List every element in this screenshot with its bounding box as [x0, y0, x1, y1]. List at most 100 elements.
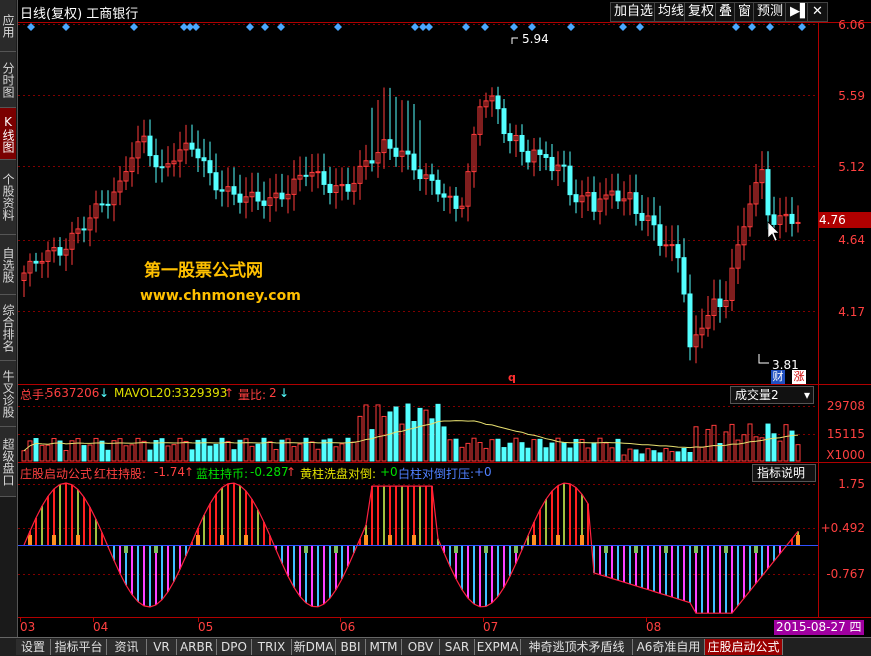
volume-bar [453, 438, 459, 462]
volume-bar [315, 448, 321, 462]
price-tick: 5.59 [838, 89, 865, 103]
volume-selector-dropdown[interactable]: 成交量2 ▾ [730, 386, 814, 404]
volume-bar [213, 443, 219, 462]
volume-bar [159, 438, 165, 462]
indicator-orange-bar [244, 535, 248, 545]
bottom-tab-8[interactable]: BBI [336, 639, 366, 655]
volume-bar [63, 450, 69, 462]
volume-bar [417, 407, 423, 462]
volume-bar [675, 451, 681, 462]
indicator-green-bar [124, 545, 128, 553]
indicator-orange-bar [220, 535, 224, 545]
bottom-tab-7[interactable]: 新DMA [292, 639, 336, 655]
sidebar-tab-7[interactable]: 超级盘口 [0, 427, 16, 497]
candle-body [207, 160, 213, 174]
sidebar-tab-6[interactable]: 牛叉诊股 [0, 361, 16, 427]
volume-bar [405, 403, 411, 462]
volume-bar [303, 437, 309, 462]
sidebar-tab-3[interactable]: 个股资料 [0, 160, 16, 235]
volume-bar [597, 437, 603, 462]
volume-bar [147, 449, 153, 462]
blue-bar-value: -0.287 [250, 465, 289, 479]
sidebar-tab-1[interactable]: 分时图 [0, 52, 16, 108]
indicator-orange-bar [196, 535, 200, 545]
volume-bar [543, 447, 549, 462]
limit-up-badge[interactable]: 涨 [792, 370, 806, 384]
indicator-orange-bar [796, 535, 800, 545]
indicator-tab-bar: 设置 指标平台 资讯 VR ARBR DPO TRIX 新DMA BBI MTM OBV SAR EXP… [0, 637, 871, 656]
indicator-orange-bar [388, 535, 392, 545]
bottom-tab-13[interactable]: 神奇逃顶术矛盾线 [521, 639, 633, 655]
volume-bar [681, 447, 687, 462]
bottom-tab-1[interactable]: 指标平台 [51, 639, 107, 655]
candle-body [633, 192, 639, 214]
volume-bar [603, 442, 609, 462]
volume-bar [231, 449, 237, 462]
volume-bar [507, 442, 513, 462]
sidebar-tab-2[interactable]: K线图 [0, 108, 16, 160]
candle-body [567, 165, 573, 196]
candle-body [435, 179, 441, 195]
volume-bar [135, 437, 141, 462]
volume-bar [435, 403, 441, 462]
volume-bar [267, 441, 273, 462]
candle-body [795, 221, 801, 224]
volume-bar [645, 448, 651, 462]
signal-diamond-icon [619, 23, 627, 31]
bottom-tab-6[interactable]: TRIX [252, 639, 292, 655]
kline-chart-area[interactable]: 5.94 3.81 q 第一股票公式网 www.chnmoney.com [18, 0, 871, 637]
volume-bar [93, 437, 99, 462]
bottom-tab-15[interactable]: 庄股启动公式 [705, 639, 783, 655]
volume-bar [105, 449, 111, 462]
volume-bar [75, 438, 81, 462]
down-arrow-icon: ↓ [279, 386, 290, 400]
volume-bar [777, 440, 783, 462]
signal-diamond-icon [425, 23, 433, 31]
volume-bar [657, 452, 663, 462]
indicator-help-button[interactable]: 指标说明 [752, 464, 816, 482]
candle-body [507, 133, 513, 142]
bottom-tab-3[interactable]: VR [147, 639, 177, 655]
indicator-green-bar [484, 545, 488, 553]
bottom-tab-11[interactable]: SAR [440, 639, 475, 655]
volume-bar [495, 438, 501, 462]
candle-body [195, 148, 201, 159]
indicator-green-bar [724, 545, 728, 553]
red-bar-label: 红柱持股: [94, 467, 147, 481]
bottom-tab-0[interactable]: 设置 [16, 639, 51, 655]
candle-body [441, 193, 447, 198]
price-tick: 4.64 [838, 233, 865, 247]
volume-bar [429, 418, 435, 462]
sidebar-tab-5[interactable]: 综合排名 [0, 295, 16, 361]
candle-body [279, 192, 285, 200]
volume-bar [261, 437, 267, 462]
bottom-tab-2[interactable]: 资讯 [107, 639, 147, 655]
volume-bar [531, 439, 537, 462]
yellow-bar-value: +0 [380, 465, 398, 479]
total-volume-value: 5637206 [46, 386, 100, 400]
volume-bar [141, 440, 147, 462]
bottom-tab-12[interactable]: EXPMA [475, 639, 521, 655]
volume-bar [51, 437, 57, 462]
bottom-tab-14[interactable]: A6奇准自用 [633, 639, 705, 655]
finance-badge[interactable]: 财 [771, 370, 785, 384]
bottom-tab-9[interactable]: MTM [366, 639, 402, 655]
volume-bar [489, 439, 495, 462]
volume-bar [699, 446, 705, 462]
indicator-orange-bar [52, 535, 56, 545]
blue-bar-label: 蓝柱持币: [196, 467, 249, 481]
sidebar-tab-4[interactable]: 自选股 [0, 235, 16, 295]
bottom-tab-4[interactable]: ARBR [177, 639, 217, 655]
volume-bar [177, 437, 183, 462]
sidebar-tab-0[interactable]: 应用 [0, 0, 16, 52]
volume-bar [687, 451, 693, 462]
volume-bar [345, 437, 351, 462]
volume-bar [153, 440, 159, 462]
candle-body [219, 189, 225, 192]
bottom-tab-5[interactable]: DPO [217, 639, 252, 655]
indicator-green-bar [154, 545, 158, 553]
indicator-orange-bar [580, 535, 584, 545]
signal-diamond-icon [130, 23, 138, 31]
bottom-tab-10[interactable]: OBV [402, 639, 440, 655]
volume-bar [309, 441, 315, 462]
